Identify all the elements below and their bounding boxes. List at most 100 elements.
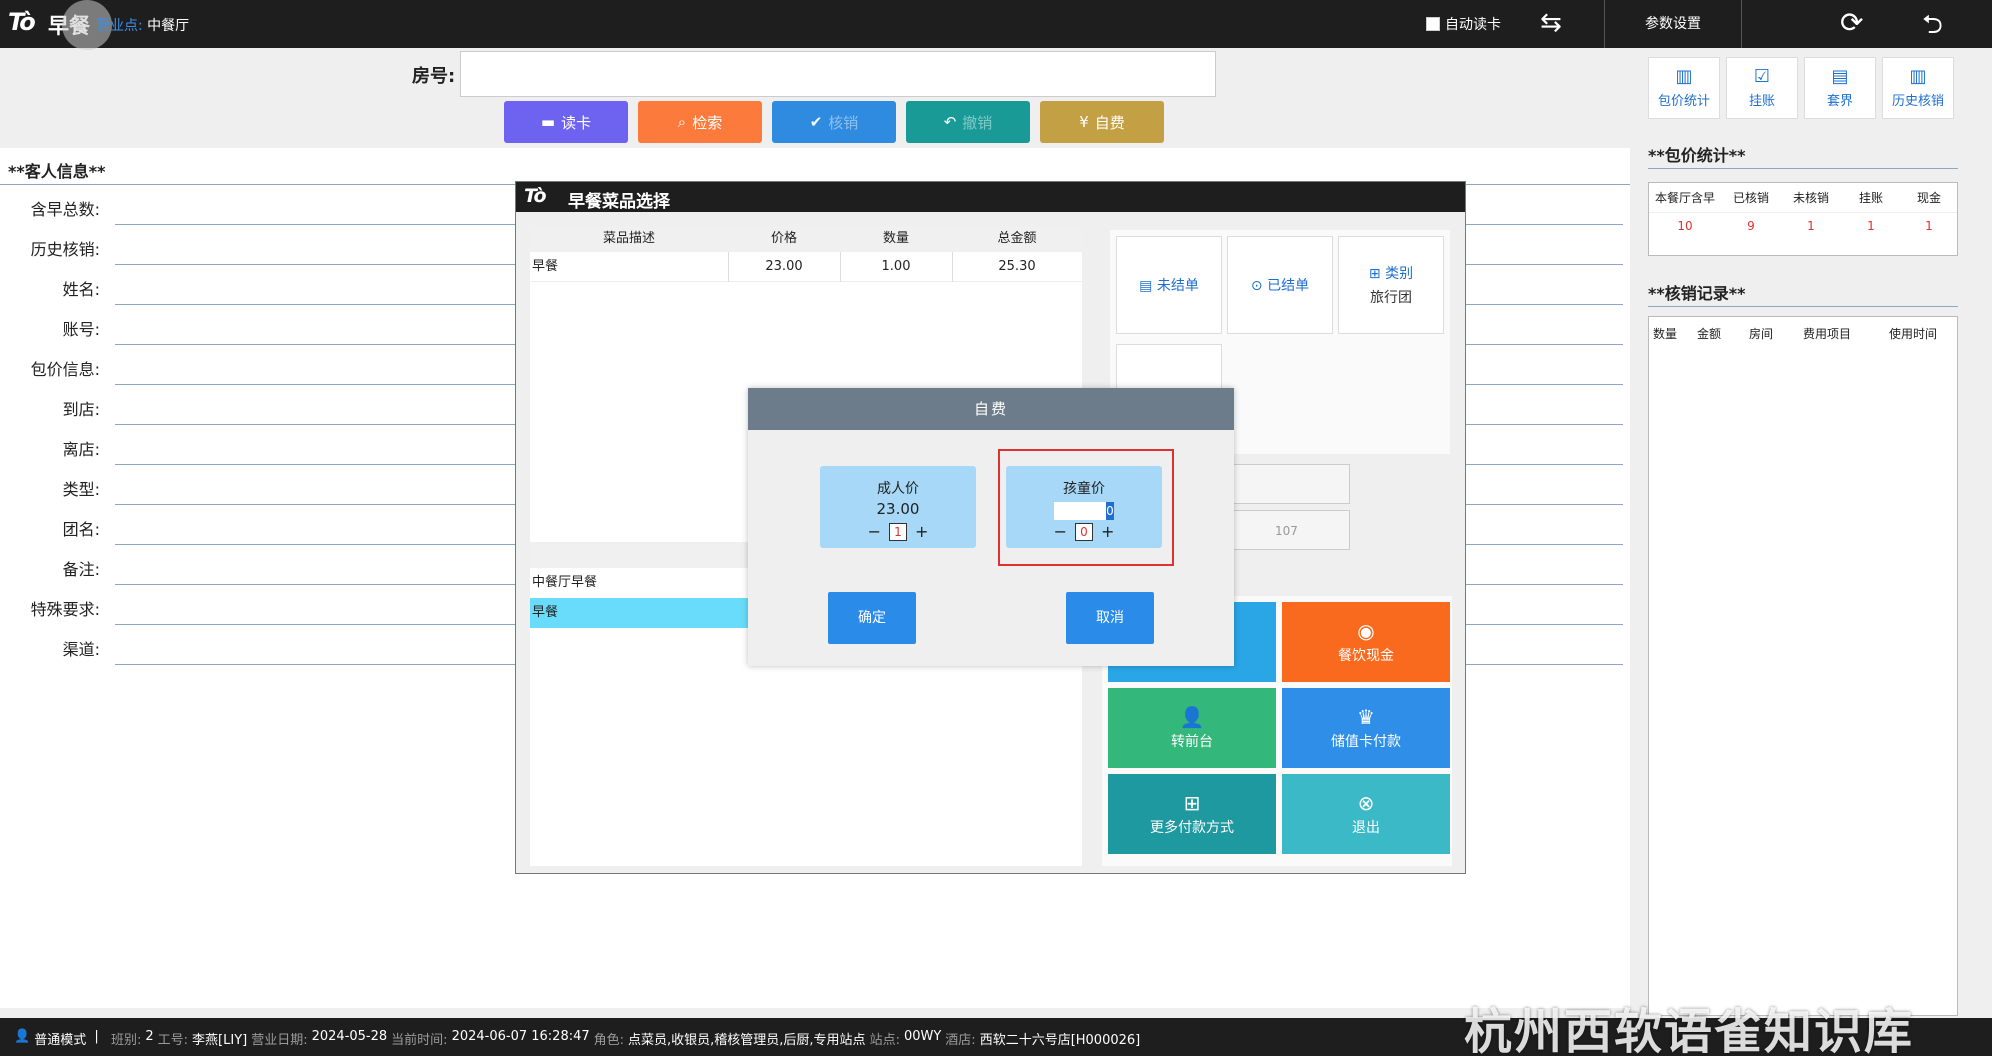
shift-key: 班别: [110, 1033, 142, 1048]
cash-button[interactable]: ◉ 餐饮现金 [1282, 602, 1450, 682]
column-header: 总金额 [997, 231, 1037, 246]
worker-value: 李燕[LIY] [192, 1033, 248, 1048]
more-payment-button[interactable]: ⊞ 更多付款方式 [1108, 774, 1276, 854]
package-range-button[interactable]: ▤ 套界 [1804, 57, 1876, 119]
venue-value: 中餐厅 [147, 18, 190, 34]
hotel-key: 酒店: [945, 1033, 976, 1048]
exit-button[interactable]: ⊗ 退出 [1282, 774, 1450, 854]
stat-value: 1 [1807, 219, 1815, 233]
status-row: 👤 普通模式 | 班别: 2 工号: 李燕[LIY] 营业日期: 2024-05-28… [14, 1029, 1140, 1048]
plus-icon[interactable]: + [915, 522, 928, 541]
room-label: 房号: [412, 66, 456, 87]
credit-button[interactable]: ☑ 挂账 [1726, 57, 1798, 119]
stat-header: 已核销 [1721, 183, 1781, 213]
minus-icon[interactable]: − [868, 522, 881, 541]
cancel-button[interactable]: 取消 [1066, 592, 1154, 644]
undo-button[interactable]: ↶ 撤销 [906, 101, 1030, 143]
package-stats-button[interactable]: ▥ 包价统计 [1648, 57, 1720, 119]
stat-column: 本餐厅含早 10 [1649, 183, 1721, 255]
self-pay-title: 自费 [748, 388, 1234, 430]
field-label: 包价信息: [30, 360, 100, 379]
verify-button[interactable]: ✔ 核销 [772, 101, 896, 143]
item-qty: 1.00 [881, 259, 911, 274]
field-label: 备注: [62, 560, 100, 579]
card-icon: ▬ [540, 113, 556, 131]
yen-circle-icon: ◉ [1357, 619, 1375, 643]
back-icon[interactable]: ⮌ [1922, 6, 1943, 50]
room-input[interactable] [460, 51, 1216, 97]
stat-column: 未核销 1 [1781, 183, 1841, 255]
read-card-button[interactable]: ▬ 读卡 [504, 101, 628, 143]
transfer-frontdesk-button[interactable]: 👤 转前台 [1108, 688, 1276, 768]
top-bar: Tò 早餐 营业点: 中餐厅 自动读卡 ⇆ 参数设置 ⟳ ⮌ [0, 0, 1992, 50]
unsettled-button[interactable]: ▤ 未结单 [1116, 236, 1222, 334]
stat-column: 挂账 1 [1841, 183, 1901, 255]
stored-card-button[interactable]: ♛ 储值卡付款 [1282, 688, 1450, 768]
unsettled-label: 未结单 [1156, 278, 1199, 294]
field-label: 姓名: [62, 280, 100, 299]
adult-price-label: 成人价 [877, 481, 919, 497]
station-value: 00WY [903, 1029, 942, 1044]
package-stats-title: **包价统计** [1648, 146, 1746, 165]
credit-label: 挂账 [1748, 94, 1775, 109]
logo-icon: Tò [8, 8, 36, 36]
stat-header: 现金 [1901, 183, 1957, 213]
settled-button[interactable]: ⊙ 已结单 [1227, 236, 1333, 334]
field-label: 类型: [62, 480, 100, 499]
station-key: 站点: [869, 1033, 900, 1048]
role-key: 角色: [593, 1033, 625, 1048]
auto-read-toggle[interactable]: 自动读卡 [1426, 14, 1501, 34]
check-icon: ✔ [809, 113, 823, 131]
swap-icon[interactable]: ⇆ [1540, 8, 1562, 38]
field-label: 渠道: [62, 640, 100, 659]
user-icon: 👤 [14, 1029, 31, 1044]
auto-read-label: 自动读卡 [1445, 17, 1501, 33]
refresh-icon[interactable]: ⟳ [1840, 6, 1863, 39]
field-label: 账号: [62, 320, 100, 339]
bar-chart-icon: ▥ [1675, 66, 1693, 87]
watermark: 杭州西软语雀知识库 [1464, 1004, 1915, 1056]
adult-qty-value[interactable]: 1 [889, 522, 907, 541]
now-key: 当前时间: [391, 1033, 448, 1048]
search-button[interactable]: ⌕ 检索 [638, 101, 762, 143]
mode: 普通模式 [34, 1033, 87, 1048]
log-header: 使用时间 [1889, 327, 1938, 341]
hotel-value: 西软二十六号店[H000026] [979, 1033, 1141, 1048]
monitor-check-icon: ☑ [1753, 66, 1771, 87]
undo-icon: ↶ [943, 113, 957, 131]
bizdate-value: 2024-05-28 [311, 1029, 388, 1044]
close-circle-icon: ⊗ [1357, 791, 1375, 815]
user-icon: 👤 [1179, 705, 1205, 729]
logo-icon: Tò [524, 185, 547, 207]
stat-value: 1 [1867, 219, 1875, 233]
search-icon: ⌕ [677, 113, 687, 131]
undo-label: 撤销 [962, 113, 993, 132]
package-range-label: 套界 [1826, 94, 1853, 109]
field-label: 特殊要求: [30, 600, 100, 619]
params-button[interactable]: 参数设置 [1604, 0, 1742, 48]
adult-price-card: 成人价 23.00 − 1 + [820, 466, 976, 548]
item-price: 23.00 [765, 259, 803, 274]
history-verify-button[interactable]: ▥ 历史核销 [1882, 57, 1954, 119]
cash-label: 餐饮现金 [1338, 648, 1394, 664]
search-label: 检索 [692, 113, 723, 132]
item-name: 早餐 [532, 259, 559, 274]
self-pay-button[interactable]: ¥ 自费 [1040, 101, 1164, 143]
divider [1648, 306, 1958, 307]
log-header: 费用项目 [1803, 327, 1852, 341]
self-pay-label: 自费 [1094, 113, 1125, 132]
now-value: 2024-06-07 16:28:47 [451, 1029, 590, 1044]
category-button[interactable]: ⊞ 类别 旅行团 [1338, 236, 1444, 334]
grid-icon: ⊞ [1368, 266, 1381, 282]
field-label: 含早总数: [30, 200, 100, 219]
column-header: 菜品描述 [602, 231, 655, 246]
auto-read-checkbox[interactable] [1426, 17, 1440, 31]
order-table-header: 菜品描述 价格 数量 总金额 [530, 226, 1082, 252]
verify-log-table[interactable]: 数量 金额 房间 费用项目 使用时间 [1648, 316, 1958, 1016]
table-row[interactable]: 早餐 23.00 1.00 25.30 [530, 252, 1082, 282]
field-label: 历史核销: [30, 240, 100, 259]
shift-value: 2 [145, 1029, 154, 1044]
confirm-button[interactable]: 确定 [828, 592, 916, 644]
role-value: 点菜员,收银员,稽核管理员,后厨,专用站点 [628, 1033, 866, 1048]
adult-qty-stepper: − 1 + [820, 522, 976, 541]
